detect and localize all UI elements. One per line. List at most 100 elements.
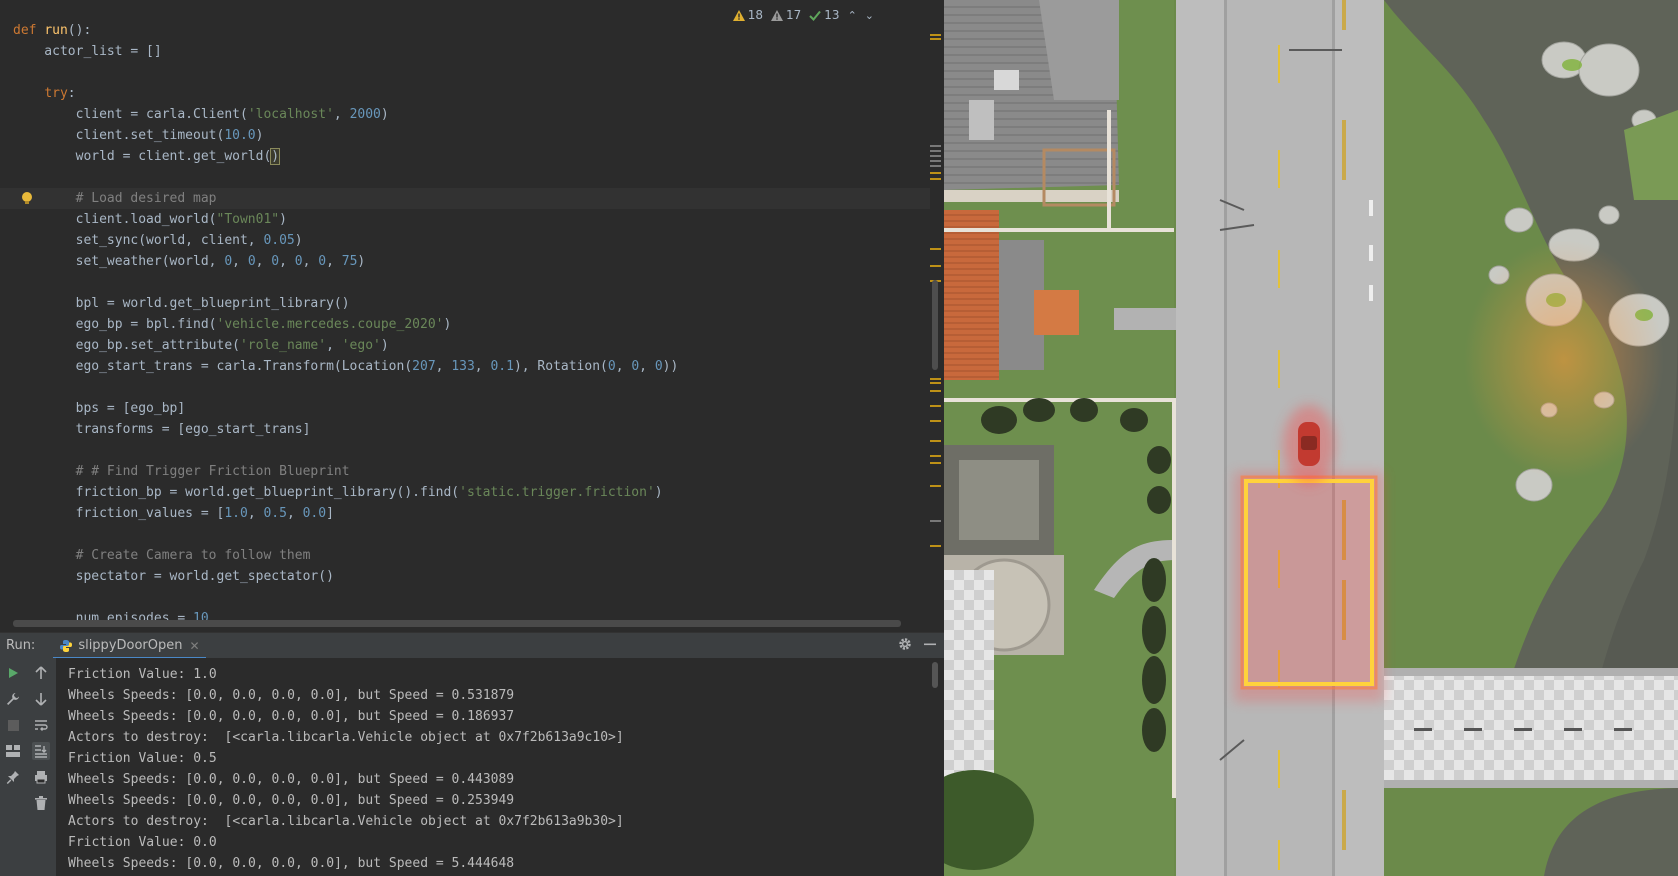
console-line: Wheels Speeds: [0.0, 0.0, 0.0, 0.0], but… xyxy=(68,793,515,808)
code-line[interactable]: bps = [ego_bp] xyxy=(0,398,930,419)
code-line[interactable]: def run(): xyxy=(0,20,930,41)
code-line[interactable] xyxy=(0,440,930,461)
code-line[interactable] xyxy=(0,62,930,83)
code-line[interactable]: set_weather(world, 0, 0, 0, 0, 0, 75) xyxy=(0,251,930,272)
lightbulb-icon[interactable] xyxy=(20,191,34,206)
code-line[interactable] xyxy=(0,587,930,608)
code-line[interactable]: ego_bp.set_attribute('role_name', 'ego') xyxy=(0,335,930,356)
code-token: ) xyxy=(380,338,389,353)
code-token: 0 xyxy=(224,254,233,269)
layout-icon[interactable] xyxy=(4,742,22,760)
code-token: 'static.trigger.friction' xyxy=(459,485,655,500)
stripe-marker[interactable] xyxy=(930,378,941,380)
code-line[interactable]: try: xyxy=(0,83,930,104)
stripe-marker[interactable] xyxy=(930,520,941,522)
stripe-marker[interactable] xyxy=(930,390,941,392)
stripe-marker[interactable] xyxy=(930,165,941,167)
code-line[interactable] xyxy=(0,377,930,398)
code-token: 'vehicle.mercedes.coupe_2020' xyxy=(216,317,444,332)
code-line[interactable]: client.set_timeout(10.0) xyxy=(0,125,930,146)
stripe-marker[interactable] xyxy=(930,382,941,384)
code-token: 'ego' xyxy=(341,338,381,353)
stripe-marker[interactable] xyxy=(930,155,941,157)
code-line[interactable]: ego_bp = bpl.find('vehicle.mercedes.coup… xyxy=(0,314,930,335)
stripe-marker[interactable] xyxy=(930,265,941,267)
code-line[interactable] xyxy=(0,167,930,188)
stripe-marker[interactable] xyxy=(930,38,941,40)
code-line[interactable]: bpl = world.get_blueprint_library() xyxy=(0,293,930,314)
code-token: set_sync(world, client, xyxy=(13,233,264,248)
console-line: Friction Value: 0.5 xyxy=(68,751,217,766)
rerun-icon[interactable] xyxy=(4,664,22,682)
code-token: ] xyxy=(326,506,334,521)
stripe-marker[interactable] xyxy=(930,178,941,180)
code-token: bps = [ego_bp] xyxy=(13,401,186,416)
code-line[interactable] xyxy=(0,524,930,545)
code-line[interactable]: client = carla.Client('localhost', 2000) xyxy=(0,104,930,125)
stripe-marker[interactable] xyxy=(930,34,941,36)
vertical-scrollbar[interactable] xyxy=(932,280,938,370)
code-token: 0 xyxy=(247,254,256,269)
horizontal-scrollbar[interactable] xyxy=(13,620,901,627)
code-token: ego_start_trans = carla.Transform(Locati… xyxy=(13,359,413,374)
code-token: , xyxy=(326,338,342,353)
stripe-marker[interactable] xyxy=(930,145,941,147)
code-token: try xyxy=(44,86,68,101)
code-line[interactable]: client.load_world("Town01") xyxy=(0,209,930,230)
console-line: Wheels Speeds: [0.0, 0.0, 0.0, 0.0], but… xyxy=(68,856,515,871)
console-line: Wheels Speeds: [0.0, 0.0, 0.0, 0.0], but… xyxy=(68,709,515,724)
run-toolbar xyxy=(0,658,56,876)
code-line[interactable]: # # Find Trigger Friction Blueprint xyxy=(0,461,930,482)
scroll-to-end-icon[interactable] xyxy=(32,742,50,760)
print-icon[interactable] xyxy=(32,768,50,786)
code-token: 'localhost' xyxy=(247,107,334,122)
stripe-marker[interactable] xyxy=(930,420,941,422)
stripe-marker[interactable] xyxy=(930,150,941,152)
code-token: 0.5 xyxy=(263,506,287,521)
code-token: client.set_timeout( xyxy=(13,128,225,143)
code-token: transforms = [ego_start_trans] xyxy=(13,422,311,437)
code-line[interactable]: ego_start_trans = carla.Transform(Locati… xyxy=(0,356,930,377)
code-line[interactable]: actor_list = [] xyxy=(0,41,930,62)
console-scrollbar[interactable] xyxy=(932,662,938,688)
stripe-marker[interactable] xyxy=(930,455,941,457)
code-line[interactable]: spectator = world.get_spectator() xyxy=(0,566,930,587)
code-line[interactable]: friction_bp = world.get_blueprint_librar… xyxy=(0,482,930,503)
stripe-marker[interactable] xyxy=(930,462,941,464)
arrow-up-icon[interactable] xyxy=(32,664,50,682)
code-token: ) xyxy=(357,254,366,269)
pin-icon[interactable] xyxy=(4,768,22,786)
code-line[interactable]: transforms = [ego_start_trans] xyxy=(0,419,930,440)
stripe-marker[interactable] xyxy=(930,440,941,442)
code-line[interactable] xyxy=(0,272,930,293)
stripe-marker[interactable] xyxy=(930,405,941,407)
code-token: client.load_world( xyxy=(13,212,217,227)
stripe-marker[interactable] xyxy=(930,485,941,487)
code-line[interactable]: world = client.get_world() xyxy=(0,146,930,167)
code-line[interactable]: friction_values = [1.0, 0.5, 0.0] xyxy=(0,503,930,524)
code-token: , xyxy=(435,359,452,374)
close-tab-icon[interactable]: ✕ xyxy=(190,639,200,653)
stop-icon[interactable] xyxy=(4,716,22,734)
wrench-icon[interactable] xyxy=(4,690,22,708)
carla-simulator-view[interactable] xyxy=(944,0,1678,876)
code-token: ) xyxy=(270,148,281,165)
gear-icon[interactable] xyxy=(898,637,912,651)
code-editor[interactable]: 18 17 13 ⌃ ⌄ def run(): actor_list = [] … xyxy=(0,0,944,632)
stripe-marker[interactable] xyxy=(930,160,941,162)
code-line[interactable]: # Create Camera to follow them xyxy=(0,545,930,566)
run-tab-slippydooropen[interactable]: slippyDoorOpen ✕ xyxy=(53,634,206,660)
stripe-marker[interactable] xyxy=(930,248,941,250)
code-token: , xyxy=(286,506,303,521)
code-token: , xyxy=(639,359,655,374)
code-line[interactable]: # Load desired map xyxy=(0,188,930,209)
stripe-marker[interactable] xyxy=(930,545,941,547)
soft-wrap-icon[interactable] xyxy=(32,716,50,734)
arrow-down-icon[interactable] xyxy=(32,690,50,708)
run-console[interactable]: Friction Value: 1.0 Wheels Speeds: [0.0, … xyxy=(56,658,944,876)
trash-icon[interactable] xyxy=(32,794,50,812)
code-line[interactable]: set_sync(world, client, 0.05) xyxy=(0,230,930,251)
minimize-icon[interactable] xyxy=(924,638,936,650)
stripe-marker[interactable] xyxy=(930,172,941,174)
code-token: ) xyxy=(443,317,452,332)
